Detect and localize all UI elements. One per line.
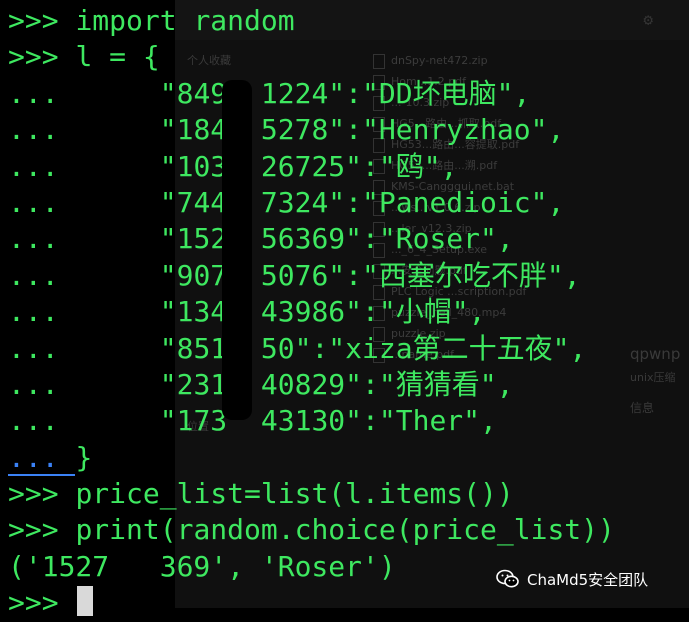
python-terminal[interactable]: >>> import random >>> l = {... "849 1224"… — [8, 3, 615, 622]
terminal-text: price_list=list(l.items()) — [75, 477, 514, 511]
terminal-prompt: >>> — [8, 513, 76, 547]
terminal-line: >>> price_list=list(l.items()) — [8, 476, 615, 512]
terminal-prompt: >>> — [8, 477, 76, 511]
redaction-mark — [118, 540, 163, 566]
terminal-line: >>> l = { — [8, 39, 615, 75]
terminal-line: ... "851 50":"xiza第二十五夜", — [8, 331, 615, 367]
terminal-line: ... "744 7324":"Panedioic", — [8, 185, 615, 221]
terminal-text: "849 1224":"DD坏电脑", — [75, 76, 531, 110]
watermark-text: ChaMd5安全团队 — [527, 570, 649, 589]
terminal-line: ... "134 43986":"小帽", — [8, 294, 615, 330]
terminal-text: import random — [75, 4, 295, 37]
terminal-prompt: >>> — [8, 4, 76, 37]
terminal-line: ... "849 1224":"DD坏电脑", — [8, 76, 615, 112]
terminal-text: "103 26725":"鸥", — [75, 149, 458, 183]
terminal-text: "173 43130":"Ther", — [75, 404, 497, 438]
terminal-prompt: >>> — [8, 586, 76, 620]
watermark: ChaMd5安全团队 — [495, 562, 648, 596]
terminal-line: ... "152 56369":"Roser", — [8, 221, 615, 257]
terminal-text: "152 56369":"Roser", — [75, 222, 514, 256]
terminal-prompt: ... — [8, 367, 76, 401]
terminal-prompt: ... — [8, 258, 76, 292]
terminal-line: >>> import random — [8, 3, 615, 39]
terminal-text: "231 40829":"猜猜看", — [75, 367, 514, 401]
terminal-text: "184 5278":"Henryzhao", — [75, 113, 565, 147]
gear-icon: ⚙ — [643, 10, 653, 29]
wechat-icon — [496, 569, 519, 588]
terminal-line: ... "907 5076":"西塞尔吃不胖", — [8, 258, 615, 294]
text-cursor[interactable] — [77, 586, 94, 617]
terminal-prompt: >>> — [8, 40, 76, 74]
terminal-text: l = { — [75, 40, 160, 74]
terminal-line: ... } — [8, 440, 615, 476]
redaction-mark — [222, 80, 252, 420]
info-panel: qpwnp unix压缩 信息 — [630, 345, 680, 416]
terminal-line: >>> print(random.choice(price_list)) — [8, 512, 615, 548]
info-label: 信息 — [630, 401, 655, 415]
terminal-prompt: ... — [8, 76, 76, 110]
info-subtitle: unix压缩 — [630, 371, 676, 384]
terminal-prompt: ... — [8, 295, 76, 329]
terminal-prompt: ... — [8, 149, 76, 183]
info-title: qpwnp — [630, 345, 681, 363]
terminal-text: "744 7324":"Panedioic", — [75, 185, 565, 219]
terminal-text: "134 43986":"小帽", — [75, 295, 486, 329]
terminal-prompt: ... — [8, 222, 76, 256]
terminal-line: ... "173 43130":"Ther", — [8, 403, 615, 439]
terminal-text: ('1527 369', 'Roser') — [8, 549, 396, 583]
terminal-prompt: ... — [8, 331, 76, 365]
terminal-line: ... "231 40829":"猜猜看", — [8, 367, 615, 403]
terminal-prompt: ... — [8, 440, 76, 476]
terminal-line: ... "184 5278":"Henryzhao", — [8, 112, 615, 148]
terminal-prompt: ... — [8, 113, 76, 147]
terminal-text: "851 50":"xiza第二十五夜", — [75, 331, 587, 365]
terminal-text: } — [75, 440, 93, 474]
terminal-text: "907 5076":"西塞尔吃不胖", — [75, 258, 581, 292]
terminal-prompt: ... — [8, 404, 76, 438]
terminal-prompt: ... — [8, 185, 76, 219]
terminal-line: ... "103 26725":"鸥", — [8, 149, 615, 185]
